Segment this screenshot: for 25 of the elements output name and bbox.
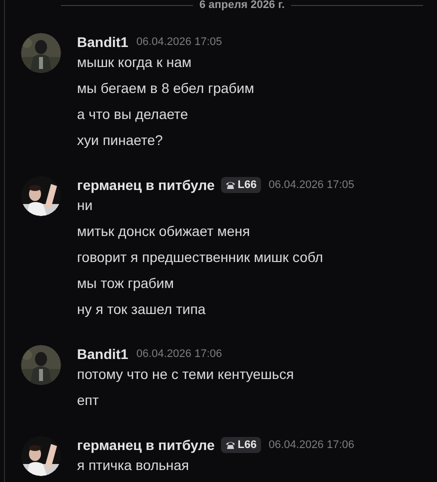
message-text: хуи пинаете? — [77, 131, 164, 150]
message-text: мы тож грабим — [77, 274, 175, 293]
telephone-icon — [224, 440, 236, 450]
tag-badge: L66 — [220, 437, 261, 453]
message-text: ну я ток зашел типа — [77, 300, 207, 319]
author-name[interactable]: Bandit1 — [77, 346, 128, 362]
message-text: потому что не с теми кентуешься — [77, 365, 294, 384]
message-text: мышк когда к нам — [77, 53, 192, 72]
author-name[interactable]: Bandit1 — [77, 34, 128, 50]
message-text: митьк донск обижает меня — [77, 222, 251, 241]
message-text: епт — [77, 391, 100, 410]
message-text: а что вы делаете — [77, 105, 190, 124]
message-text: мы бегаем в 8 ебел грабим — [77, 79, 254, 98]
date-divider: 6 апреля 2026 г. — [199, 0, 285, 10]
author-name[interactable]: германец в питбуле — [77, 437, 215, 453]
telephone-icon — [224, 180, 236, 190]
timestamp: 06.04.2026 17:06 — [136, 348, 222, 360]
author-name[interactable]: германец в питбуле — [77, 177, 215, 193]
timestamp: 06.04.2026 17:05 — [268, 179, 354, 191]
timestamp: 06.04.2026 17:06 — [268, 439, 354, 451]
message-text: я птичка вольная — [77, 456, 190, 475]
message-text: ни — [77, 196, 94, 215]
tag-badge: L66 — [220, 177, 261, 193]
timestamp: 06.04.2026 17:05 — [136, 36, 222, 48]
message-text: говорит я предшественник мишк собл — [77, 248, 324, 267]
